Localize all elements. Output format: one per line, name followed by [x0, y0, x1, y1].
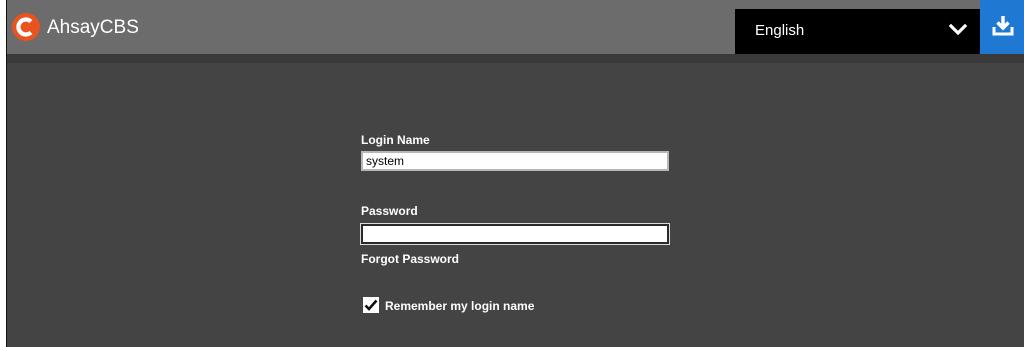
language-selector[interactable]: English [735, 9, 980, 54]
remember-label[interactable]: Remember my login name [385, 299, 534, 313]
chevron-down-icon [949, 23, 967, 36]
ahsay-logo-icon [12, 13, 40, 41]
header-divider [7, 54, 1024, 63]
download-icon [992, 16, 1014, 36]
password-label: Password [361, 204, 418, 218]
login-name-input[interactable] [361, 151, 669, 171]
language-selected-value: English [755, 22, 805, 39]
app-name: AhsayCBS [47, 17, 139, 38]
app-window: AhsayCBS English Login Name Password For… [6, 0, 1024, 347]
login-name-label: Login Name [361, 133, 430, 147]
download-button[interactable] [980, 0, 1024, 54]
password-input[interactable] [360, 223, 670, 245]
remember-checkbox[interactable] [363, 297, 379, 313]
forgot-password-link[interactable]: Forgot Password [361, 252, 459, 266]
checkmark-icon [364, 299, 378, 311]
top-bar: AhsayCBS English [7, 0, 1024, 54]
